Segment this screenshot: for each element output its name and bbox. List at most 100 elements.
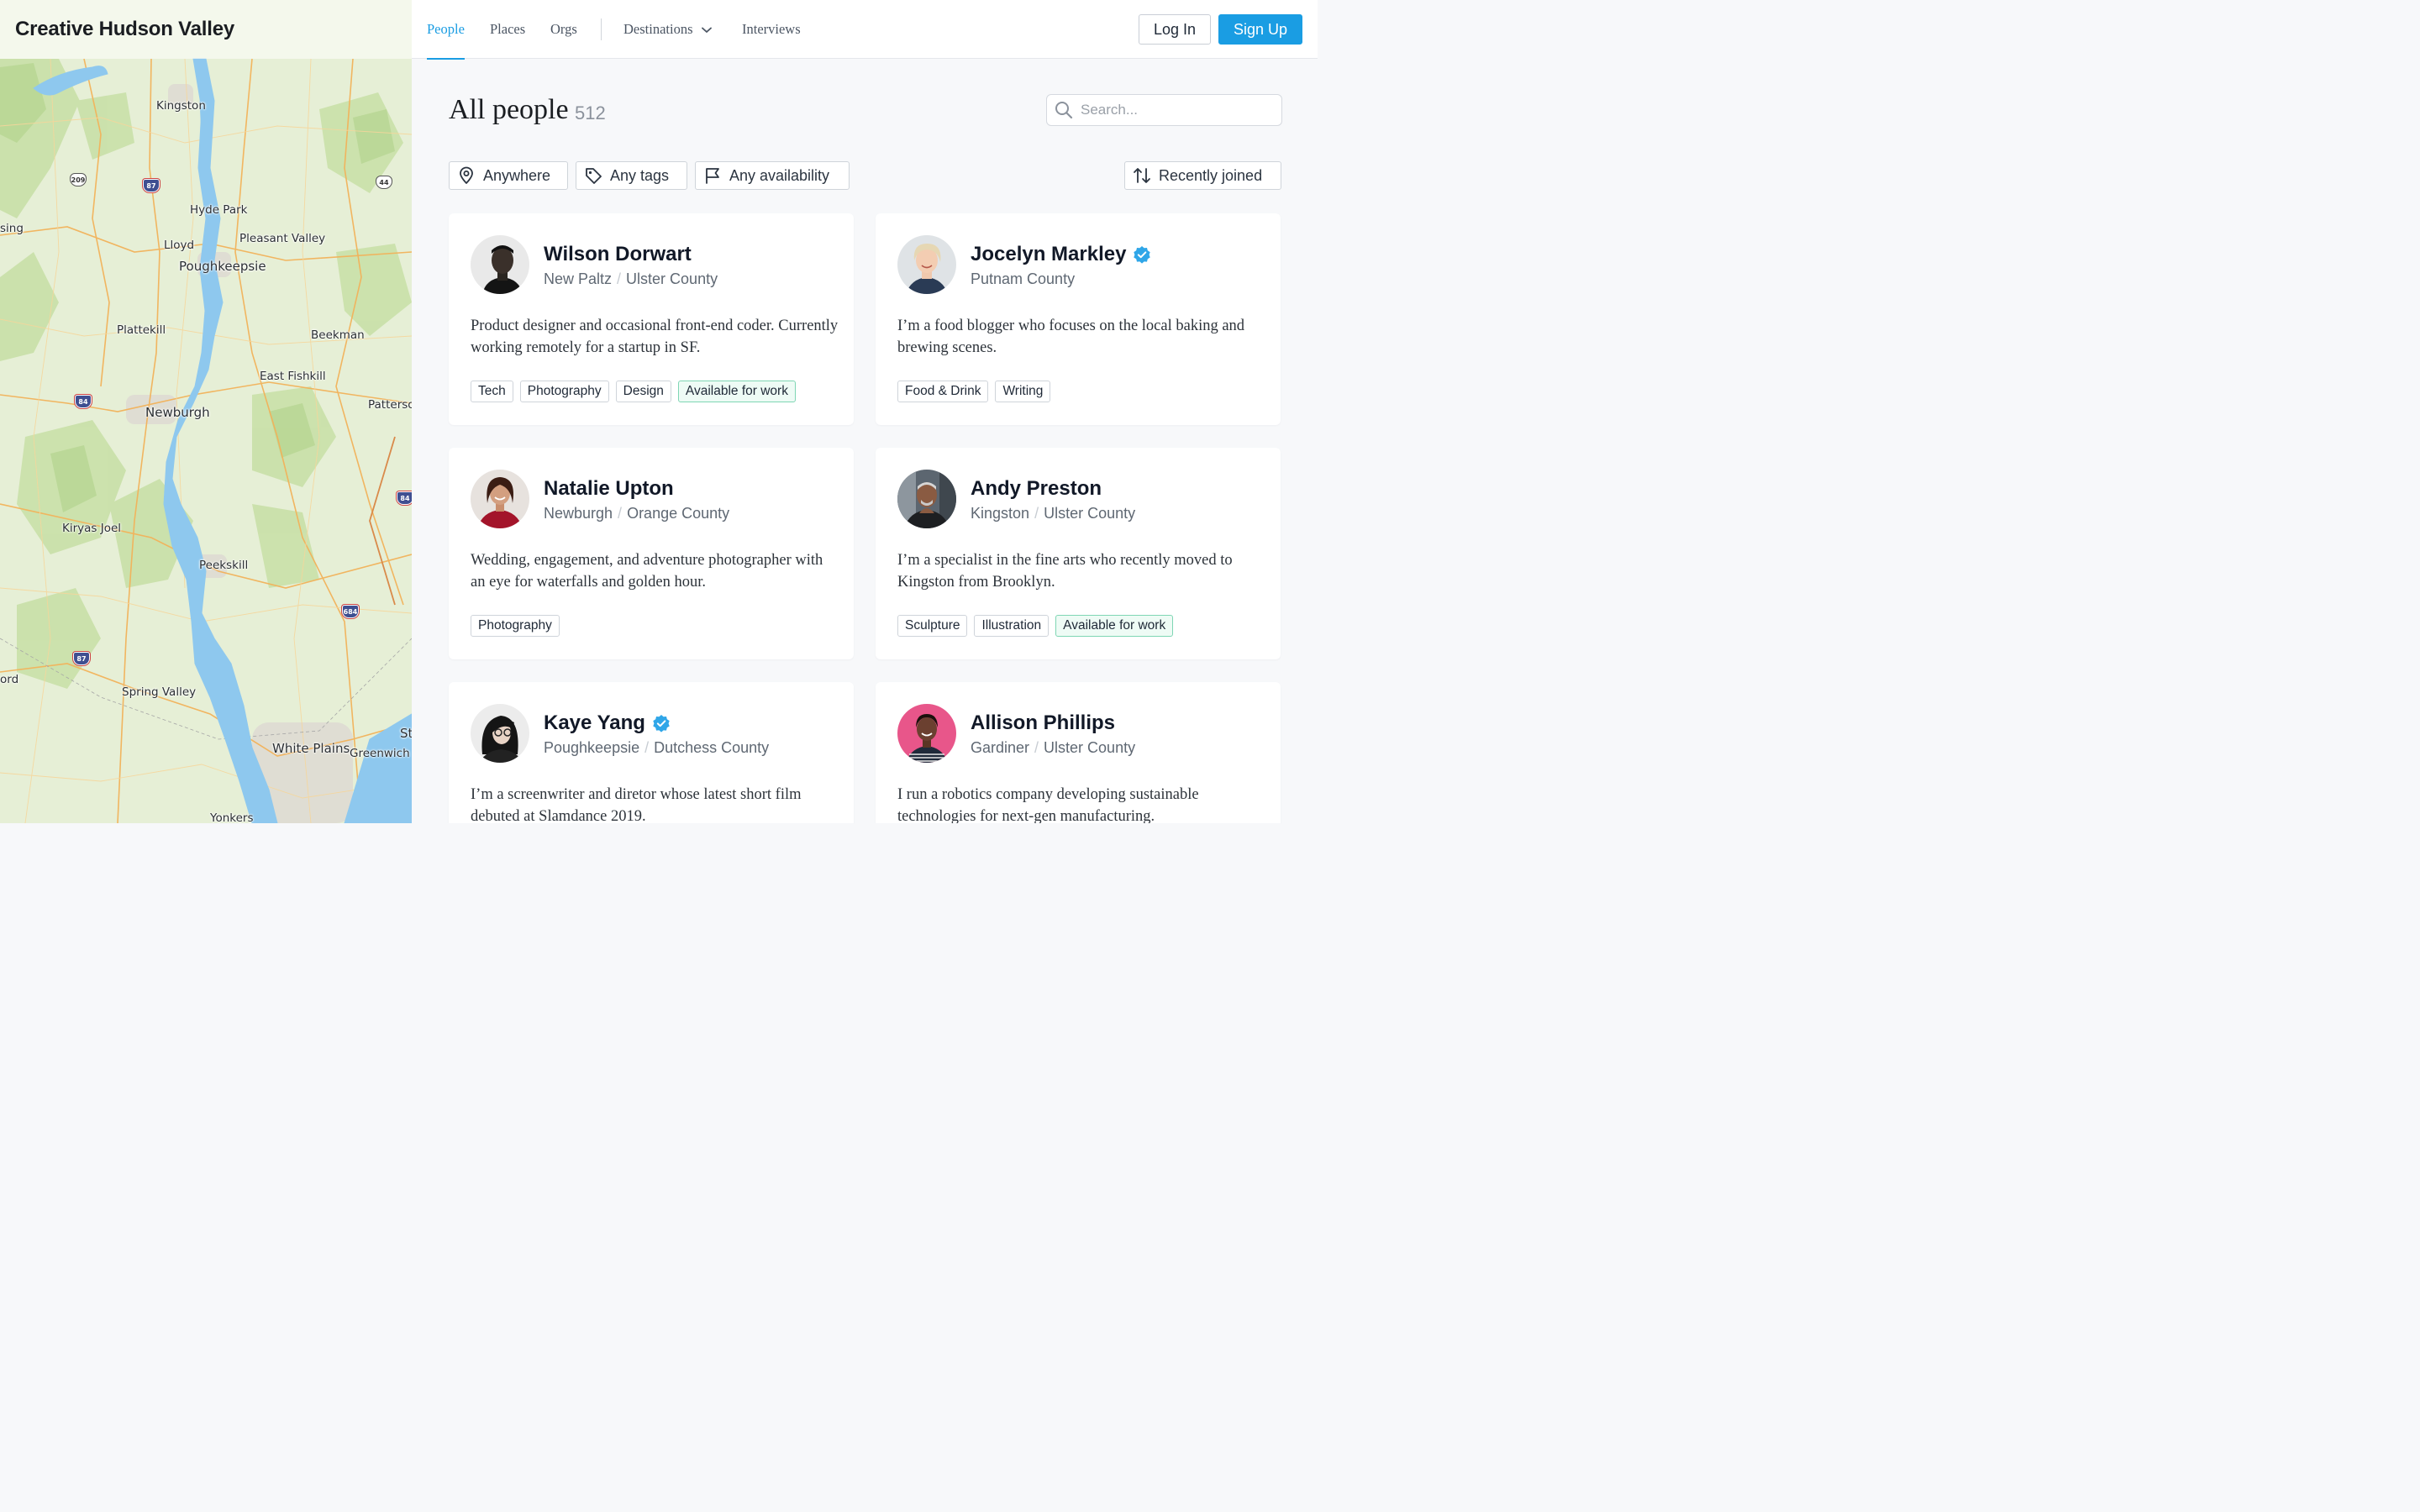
- avatar[interactable]: [471, 704, 529, 763]
- location-separator: /: [644, 739, 650, 756]
- sort-label: Recently joined: [1159, 166, 1263, 184]
- top-navigation: People Places Orgs Destinations Intervie…: [412, 0, 1318, 60]
- person-name[interactable]: Andy Preston: [971, 477, 1102, 501]
- avatar[interactable]: [897, 704, 956, 763]
- map-label-yonkers: Yonkers: [210, 811, 254, 823]
- map-label-kiryas-joel: Kiryas Joel: [62, 522, 122, 535]
- avatar[interactable]: [471, 470, 529, 528]
- app-root: Kingston Hyde Park Lloyd Pleasant Valley…: [0, 0, 1318, 823]
- person-name-text: Jocelyn Markley: [971, 243, 1127, 265]
- map-label-ord: ord: [0, 673, 19, 686]
- person-card[interactable]: Andy Preston Kingston / Ulster County I’m …: [876, 448, 1281, 659]
- map-label-patterson: Patterso: [368, 398, 412, 412]
- tags-filter-button[interactable]: Any tags: [576, 161, 687, 190]
- availability-filter-label: Any availability: [729, 166, 830, 184]
- tag-chip[interactable]: Photography: [471, 615, 560, 637]
- person-location: Putnam County: [971, 270, 1075, 288]
- map-label-pleasant-valley: Pleasant Valley: [239, 232, 326, 245]
- map-label-kingston: Kingston: [156, 99, 206, 113]
- map-label-beekman: Beekman: [311, 328, 365, 342]
- person-card[interactable]: Jocelyn Markley Putnam County I’m a food…: [876, 213, 1281, 425]
- page-title: All people: [449, 94, 569, 125]
- verified-badge-icon: [652, 714, 671, 732]
- person-bio: I’m a specialist in the fine arts who re…: [897, 552, 1233, 591]
- verified-badge-icon: [1133, 245, 1151, 264]
- location-filter-button[interactable]: Anywhere: [449, 161, 568, 190]
- location-filter-label: Anywhere: [483, 166, 551, 184]
- interstate-84-shield: 84: [75, 395, 92, 408]
- person-county: Ulster County: [626, 270, 718, 287]
- person-bio: I’m a screenwriter and diretor whose lat…: [471, 786, 802, 823]
- person-bio: I run a robotics company developing sust…: [897, 786, 1199, 823]
- map-label-plattekill: Plattekill: [117, 323, 166, 337]
- available-for-work-badge[interactable]: Available for work: [1055, 615, 1174, 637]
- availability-filter-button[interactable]: Any availability: [695, 161, 850, 190]
- avatar[interactable]: [897, 235, 956, 294]
- person-card[interactable]: Kaye Yang Poughkeepsie / Dutchess County I…: [449, 682, 854, 823]
- map-pane[interactable]: Kingston Hyde Park Lloyd Pleasant Valley…: [0, 0, 412, 823]
- person-location: New Paltz / Ulster County: [544, 270, 718, 288]
- brand-bar: Creative Hudson Valley: [0, 0, 412, 59]
- nav-tab-orgs[interactable]: Orgs: [550, 0, 577, 59]
- person-name-text: Wilson Dorwart: [544, 243, 692, 265]
- person-card[interactable]: Natalie Upton Newburgh / Orange County Wed…: [449, 448, 854, 659]
- main-content: All people 512 Anywhere Any tags Any ava…: [412, 59, 1318, 823]
- person-tags: Food & Drink Writing: [897, 381, 1051, 402]
- search-box[interactable]: [1046, 94, 1282, 126]
- interstate-684-shield: 684: [342, 605, 359, 618]
- map-label-poughkeepsie: Poughkeepsie: [179, 259, 266, 274]
- person-name[interactable]: Jocelyn Markley: [971, 243, 1151, 266]
- person-county: Putnam County: [971, 270, 1076, 287]
- avatar[interactable]: [471, 235, 529, 294]
- location-separator: /: [1034, 505, 1039, 522]
- nav-destinations-label: Destinations: [623, 21, 693, 37]
- tag-chip[interactable]: Design: [615, 381, 671, 402]
- results-count: 512: [575, 102, 606, 123]
- person-location: Poughkeepsie / Dutchess County: [544, 739, 769, 757]
- person-county: Dutchess County: [654, 739, 770, 756]
- person-county: Ulster County: [1044, 505, 1136, 522]
- tag-chip[interactable]: Tech: [471, 381, 513, 402]
- map-label-hyde-park: Hyde Park: [190, 203, 248, 217]
- map-pin-icon: [460, 166, 473, 184]
- chevron-down-icon: [701, 21, 712, 38]
- nav-tab-people[interactable]: People: [427, 0, 465, 60]
- person-name[interactable]: Allison Phillips: [971, 711, 1115, 735]
- person-name[interactable]: Natalie Upton: [544, 477, 674, 501]
- map-label-sing: sing: [0, 222, 24, 235]
- person-name-text: Kaye Yang: [544, 711, 645, 734]
- person-name[interactable]: Kaye Yang: [544, 711, 671, 735]
- person-name[interactable]: Wilson Dorwart: [544, 243, 692, 266]
- search-input[interactable]: [1081, 102, 1274, 118]
- person-town: Gardiner: [971, 739, 1030, 756]
- nav-divider: [601, 18, 602, 40]
- nav-tab-places[interactable]: Places: [490, 0, 525, 59]
- person-name-text: Natalie Upton: [544, 477, 674, 500]
- person-name-text: Andy Preston: [971, 477, 1102, 500]
- sort-button[interactable]: Recently joined: [1124, 161, 1281, 190]
- map-label-greenwich: Greenwich: [350, 747, 410, 760]
- map-label-st: St: [400, 726, 412, 741]
- avatar[interactable]: [897, 470, 956, 528]
- tag-chip[interactable]: Food & Drink: [897, 381, 989, 402]
- tag-chip[interactable]: Sculpture: [897, 615, 968, 637]
- person-town: Poughkeepsie: [544, 739, 640, 756]
- person-location: Kingston / Ulster County: [971, 505, 1135, 522]
- tag-chip[interactable]: Photography: [519, 381, 609, 402]
- person-card[interactable]: Allison Phillips Gardiner / Ulster County …: [876, 682, 1281, 823]
- available-for-work-badge[interactable]: Available for work: [677, 381, 796, 402]
- interstate-87-south-shield: 87: [73, 652, 90, 665]
- nav-destinations-dropdown[interactable]: Destinations: [623, 0, 712, 59]
- person-name-text: Allison Phillips: [971, 711, 1116, 734]
- person-town: Newburgh: [544, 505, 613, 522]
- tag-chip[interactable]: Illustration: [974, 615, 1050, 637]
- tag-icon: [586, 168, 602, 184]
- site-logo-title[interactable]: Creative Hudson Valley: [15, 18, 234, 41]
- person-card[interactable]: Wilson Dorwart New Paltz / Ulster County P…: [449, 213, 854, 425]
- tag-chip[interactable]: Writing: [995, 381, 1051, 402]
- signup-button[interactable]: Sign Up: [1218, 14, 1302, 45]
- interstate-87-shield: 87: [143, 179, 160, 192]
- nav-tab-interviews[interactable]: Interviews: [742, 0, 801, 59]
- login-button[interactable]: Log In: [1139, 14, 1211, 45]
- map-label-spring-valley: Spring Valley: [122, 685, 197, 699]
